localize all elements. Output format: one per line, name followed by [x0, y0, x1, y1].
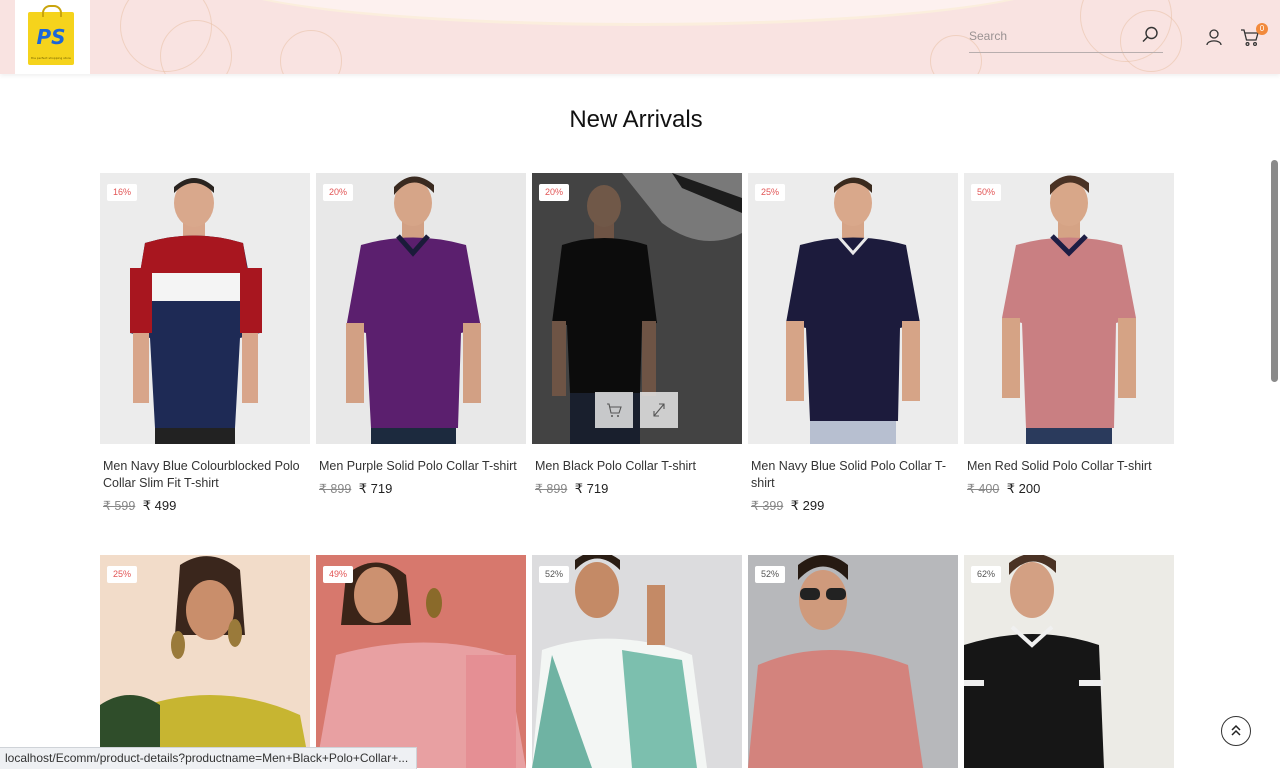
sale-price: ₹ 299 — [790, 498, 825, 513]
product-photo — [964, 555, 1174, 768]
cart-icon — [607, 403, 622, 417]
discount-badge: 49% — [323, 566, 354, 583]
product-image[interactable]: 20% — [316, 173, 526, 444]
discount-badge: 62% — [971, 566, 1002, 583]
search-input[interactable] — [969, 26, 1139, 46]
original-price: ₹ 899 — [535, 482, 568, 496]
product-image[interactable]: 25% — [100, 555, 310, 768]
product-price: ₹ 899 ₹ 719 — [535, 481, 608, 497]
original-price: ₹ 899 — [319, 482, 352, 496]
sale-price: ₹ 200 — [1006, 481, 1041, 496]
sale-price: ₹ 719 — [574, 481, 609, 496]
original-price: ₹ 400 — [967, 482, 1000, 496]
product-image[interactable]: 62% — [964, 555, 1174, 768]
discount-badge: 50% — [971, 184, 1002, 201]
product-photo — [100, 555, 310, 768]
logo: PS the perfect shopping store for all — [28, 5, 74, 65]
logo-tagline: the perfect shopping store for all — [31, 56, 71, 60]
product-photo — [748, 173, 958, 444]
expand-icon — [653, 403, 665, 417]
product-name[interactable]: Men Black Polo Collar T-shirt — [535, 458, 735, 475]
product-image[interactable]: 52% — [748, 555, 958, 768]
product-price: ₹ 899 ₹ 719 — [319, 481, 392, 497]
double-chevron-up-icon — [1231, 724, 1241, 736]
quick-view-button[interactable] — [640, 392, 678, 428]
product-name[interactable]: Men Red Solid Polo Collar T-shirt — [967, 458, 1167, 475]
product-image[interactable]: 50% — [964, 173, 1174, 444]
product-photo — [316, 555, 526, 768]
original-price: ₹ 599 — [103, 499, 136, 513]
logo-link[interactable]: PS the perfect shopping store for all — [15, 0, 90, 74]
product-name[interactable]: Men Navy Blue Colourblocked Polo Collar … — [103, 458, 303, 492]
logo-text: PS — [36, 25, 66, 49]
sale-price: ₹ 499 — [142, 498, 177, 513]
sale-price: ₹ 719 — [358, 481, 393, 496]
add-to-cart-button[interactable] — [595, 392, 633, 428]
discount-badge: 20% — [323, 184, 354, 201]
cart-count-badge: 0 — [1256, 23, 1268, 35]
user-icon[interactable] — [1205, 28, 1223, 46]
product-image[interactable]: 20% — [532, 173, 742, 444]
product-price: ₹ 400 ₹ 200 — [967, 481, 1040, 497]
original-price: ₹ 399 — [751, 499, 784, 513]
search-icon[interactable] — [1141, 26, 1159, 44]
page-scrollbar[interactable] — [1271, 160, 1278, 382]
section-title: New Arrivals — [569, 106, 703, 133]
discount-badge: 52% — [539, 566, 570, 583]
product-name[interactable]: Men Navy Blue Solid Polo Collar T-shirt — [751, 458, 951, 492]
product-image[interactable]: 52% — [532, 555, 742, 768]
product-image[interactable]: 25% — [748, 173, 958, 444]
discount-badge: 52% — [755, 566, 786, 583]
browser-status-url: localhost/Ecomm/product-details?productn… — [0, 747, 418, 769]
product-photo — [964, 173, 1174, 444]
discount-badge: 16% — [107, 184, 138, 201]
product-photo — [316, 173, 526, 444]
product-name[interactable]: Men Purple Solid Polo Collar T-shirt — [319, 458, 519, 475]
product-price: ₹ 599 ₹ 499 — [103, 498, 176, 514]
product-photo — [748, 555, 958, 768]
search-bar — [969, 24, 1163, 53]
product-image[interactable]: 16% — [100, 173, 310, 444]
scroll-top-button[interactable] — [1221, 716, 1251, 746]
product-photo — [100, 173, 310, 444]
header-pattern — [280, 30, 342, 74]
product-price: ₹ 399 ₹ 299 — [751, 498, 824, 514]
hover-overlay — [532, 173, 742, 444]
discount-badge: 25% — [755, 184, 786, 201]
site-header: PS the perfect shopping store for all 0 — [0, 0, 1280, 74]
discount-badge: 25% — [107, 566, 138, 583]
discount-badge: 20% — [539, 184, 570, 201]
header-decoration — [215, 0, 1061, 26]
product-photo — [532, 555, 742, 768]
product-image[interactable]: 49% — [316, 555, 526, 768]
